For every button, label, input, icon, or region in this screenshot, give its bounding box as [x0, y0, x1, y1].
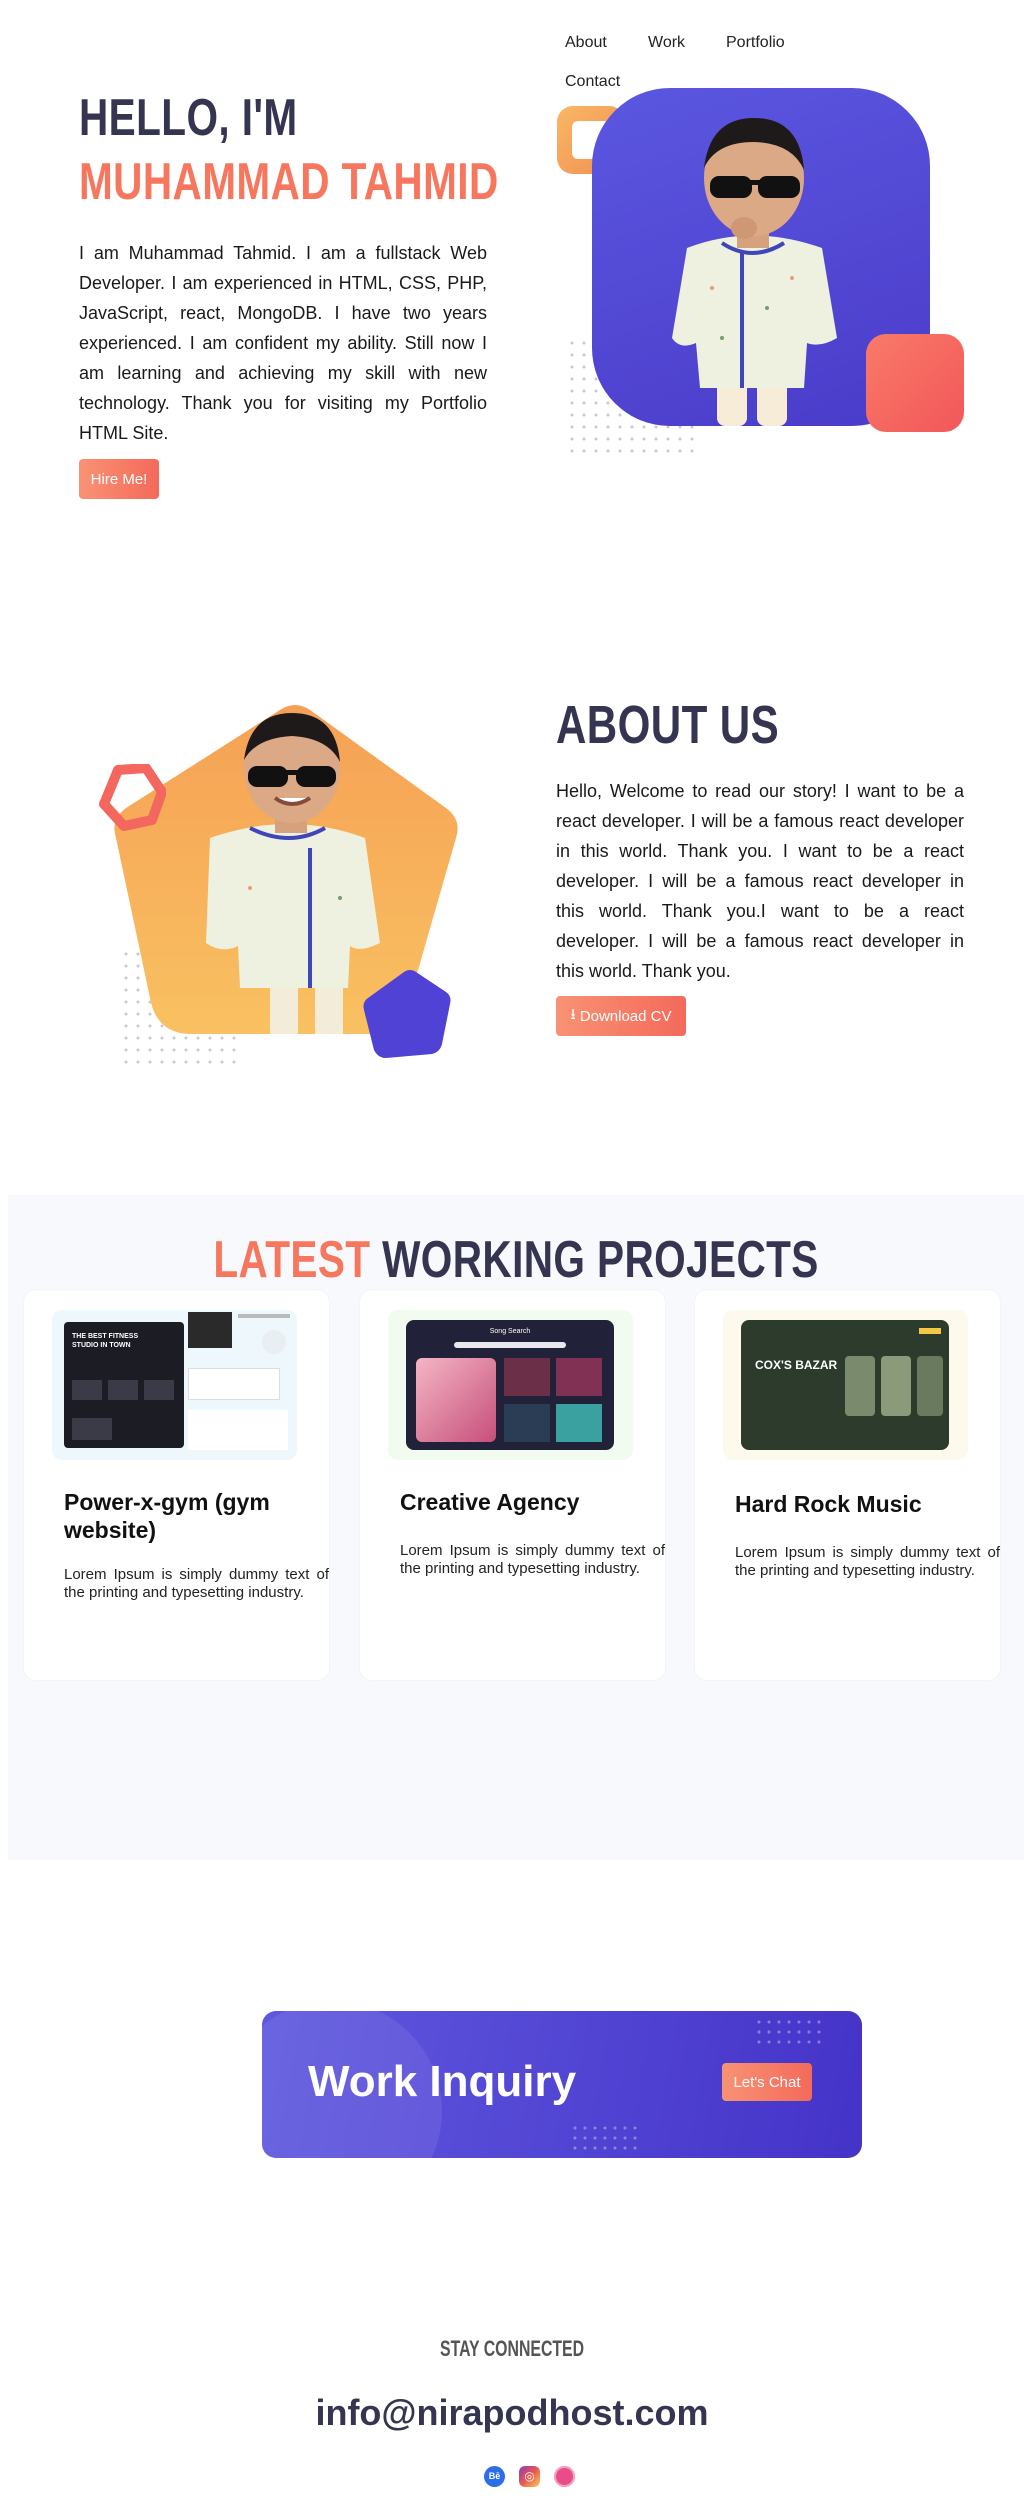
about-text: Hello, Welcome to read our story! I want…	[556, 781, 964, 981]
project-thumbnail: COX'S BAZAR	[723, 1310, 968, 1460]
behance-icon[interactable]: Bē	[484, 2465, 505, 2487]
contact-email-link[interactable]: info@nirapodhost.com	[0, 2392, 1024, 2434]
dot-pattern	[754, 2017, 824, 2045]
project-description: Lorem Ipsum is simply dummy text of the …	[64, 1566, 329, 1601]
thumb-caption: Song Search	[489, 1328, 531, 1335]
instagram-icon[interactable]: ◎	[519, 2465, 540, 2487]
project-card[interactable]: Song Search Creative Agency Lorem Ipsum …	[360, 1290, 665, 1680]
project-thumbnail: THE BEST FITNESS STUDIO IN TOWN	[52, 1310, 297, 1460]
work-inquiry-banner: Work Inquiry Let's Chat	[262, 2011, 862, 2158]
coral-square-shape	[866, 334, 964, 432]
download-icon: ⭳	[570, 1005, 576, 1023]
stay-connected-label: STAY CONNECTED	[439, 2336, 585, 2361]
hero-bio: I am Muhammad Tahmid. I am a fullstack W…	[79, 243, 487, 443]
coral-hexagon-shape	[99, 764, 166, 831]
projects-title-accent: LATEST	[213, 1231, 371, 1289]
about-title: ABOUT US	[556, 695, 780, 755]
project-title: Creative Agency	[400, 1489, 580, 1515]
dribbble-icon[interactable]: ●	[554, 2465, 575, 2487]
dot-pattern	[570, 2123, 642, 2153]
nav-portfolio-link[interactable]: Portfolio	[726, 34, 785, 52]
project-thumbnail: Song Search	[388, 1310, 633, 1460]
hero-name: MUHAMMAD TAHMID	[79, 153, 499, 211]
project-description: Lorem Ipsum is simply dummy text of the …	[400, 1542, 665, 1577]
projects-title-rest: WORKING PROJECTS	[382, 1231, 819, 1289]
download-cv-label: Download CV	[579, 1007, 672, 1025]
download-cv-button[interactable]: ⭳ Download CV	[556, 996, 686, 1036]
projects-title: LATEST WORKING PROJECTS	[8, 1230, 1024, 1290]
inquiry-title: Work Inquiry	[308, 2057, 577, 2106]
hero-greeting: HELLO, I'M	[79, 89, 298, 147]
hire-me-button[interactable]: Hire Me!	[79, 459, 159, 499]
thumb-caption: COX'S BAZAR	[755, 1358, 838, 1372]
purple-pentagon-shape	[363, 970, 451, 1058]
lets-chat-button[interactable]: Let's Chat	[722, 2063, 812, 2101]
thumb-caption: THE BEST FITNESS STUDIO IN TOWN	[72, 1333, 139, 1349]
project-title: Hard Rock Music	[735, 1491, 922, 1517]
project-title: Power-x-gym (gym website)	[64, 1489, 270, 1543]
nav-contact-link[interactable]: Contact	[565, 73, 620, 91]
social-links: Bē ◎ ●	[484, 2464, 584, 2488]
project-description: Lorem Ipsum is simply dummy text of the …	[735, 1544, 1000, 1579]
project-card[interactable]: COX'S BAZAR Hard Rock Music Lorem Ipsum …	[695, 1290, 1000, 1680]
nav-about-link[interactable]: About	[565, 34, 607, 52]
nav-work-link[interactable]: Work	[648, 34, 685, 52]
project-card[interactable]: THE BEST FITNESS STUDIO IN TOWN Power-x-…	[24, 1290, 329, 1680]
